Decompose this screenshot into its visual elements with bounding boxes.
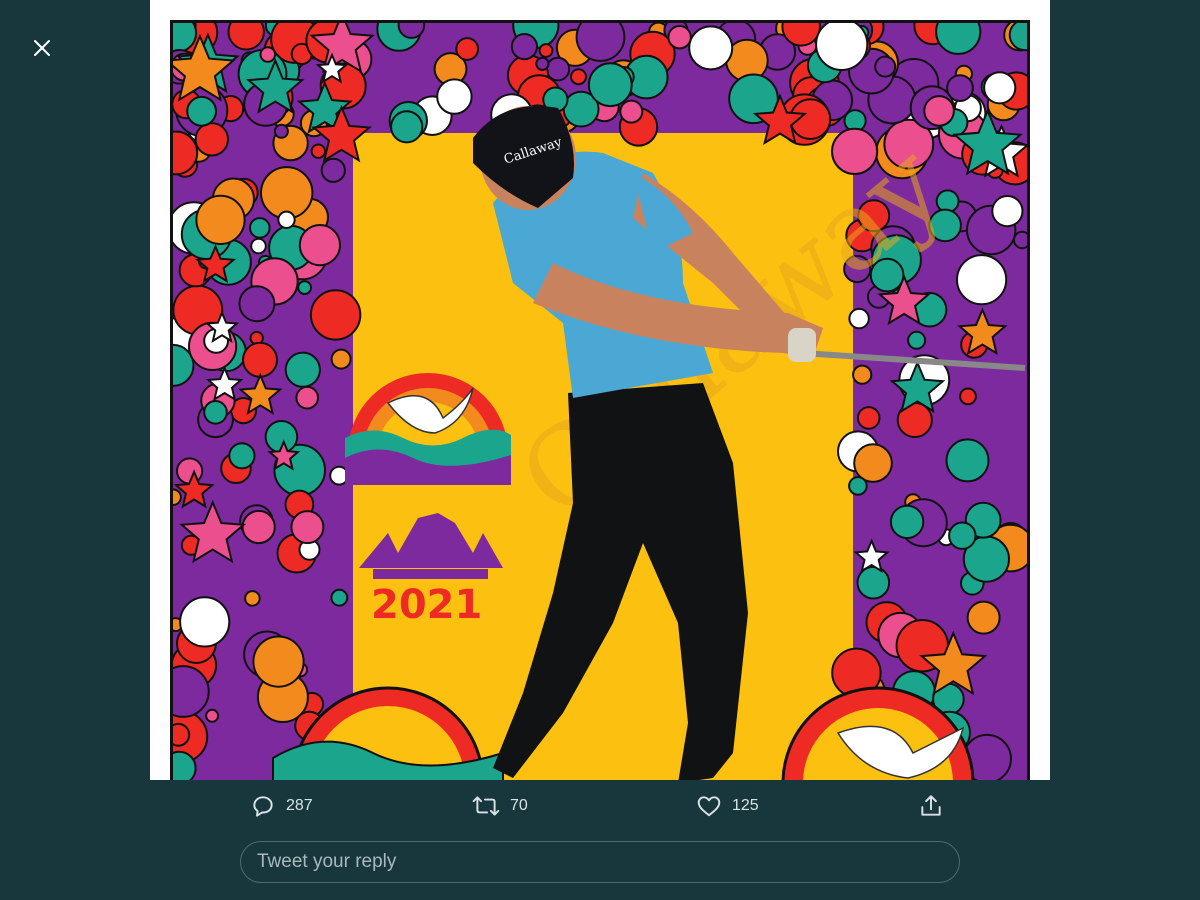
close-icon <box>34 40 50 56</box>
reply-count: 287 <box>286 797 313 814</box>
bubble-decoration <box>948 521 977 550</box>
bubble-decoration <box>946 74 974 102</box>
retweet-count: 70 <box>510 797 528 814</box>
retweet-icon <box>472 796 500 816</box>
bubble-decoration <box>815 23 869 71</box>
bubble-decoration <box>250 237 267 255</box>
bubble-decoration <box>959 387 977 406</box>
bubble-decoration <box>545 56 571 82</box>
bubble-decoration <box>330 588 349 607</box>
share-icon <box>921 795 941 816</box>
bubble-decoration <box>538 43 554 58</box>
bubble-decoration <box>874 55 897 78</box>
bubble-decoration <box>259 46 277 63</box>
bubble-decoration <box>284 351 321 388</box>
bubble-decoration <box>688 25 734 71</box>
bubble-decoration <box>390 110 424 144</box>
bubble-decoration <box>195 194 246 245</box>
rainbow-dove-emblem <box>345 373 511 485</box>
bubble-decoration <box>241 509 276 545</box>
bubble-decoration <box>907 330 927 350</box>
bubble-decoration <box>848 476 868 496</box>
bubble-decoration <box>277 210 296 230</box>
bubble-decoration <box>205 708 220 723</box>
bubble-decoration <box>853 443 893 483</box>
bubble-decoration <box>856 406 881 430</box>
bubble-decoration <box>1013 230 1027 250</box>
poster-artwork: Callaway 2021 <box>173 23 1027 780</box>
bubble-decoration <box>619 99 644 124</box>
tweet-actions: 287 70 125 <box>250 786 960 826</box>
reply-input[interactable] <box>255 850 945 874</box>
heart-icon <box>697 796 721 817</box>
bubble-decoration <box>290 510 325 545</box>
bubble-decoration <box>956 254 1008 306</box>
crown-emblem <box>359 513 503 579</box>
bubble-decoration <box>173 722 191 747</box>
bubble-decoration <box>966 600 1001 635</box>
bubble-decoration <box>852 364 873 385</box>
bubble-decoration <box>667 25 692 50</box>
bubble-decoration <box>535 56 550 71</box>
reply-icon <box>253 796 273 817</box>
year-text: 2021 <box>371 582 482 628</box>
bubble-decoration <box>203 400 228 425</box>
bubble-decoration <box>575 23 626 62</box>
bubble-decoration <box>244 590 261 607</box>
bubble-decoration <box>570 68 587 86</box>
bubble-decoration <box>587 62 633 108</box>
bubble-decoration <box>309 289 362 341</box>
bubble-decoration <box>295 385 319 410</box>
bubble-decoration <box>194 122 229 157</box>
bubble-decoration <box>227 23 265 51</box>
close-button[interactable] <box>24 30 60 66</box>
like-count: 125 <box>732 797 759 814</box>
like-button[interactable]: 125 <box>696 786 759 826</box>
reply-button[interactable]: 287 <box>250 786 313 826</box>
bubble-decoration <box>923 95 955 127</box>
bubble-decoration <box>249 217 271 239</box>
bubble-decoration <box>320 157 346 183</box>
bubble-decoration <box>330 348 352 370</box>
reply-composer[interactable] <box>240 841 960 883</box>
bubble-decoration <box>889 504 925 540</box>
bubble-decoration <box>436 78 473 115</box>
share-button[interactable] <box>918 786 944 826</box>
bubble-decoration <box>945 438 990 483</box>
bubble-decoration <box>510 33 538 61</box>
bubble-decoration <box>273 123 289 139</box>
bubble-decoration <box>186 95 217 127</box>
golf-poster-image: Callaway 2021 <box>170 20 1030 780</box>
bubble-decoration <box>297 280 313 296</box>
media-viewer: Callaway 2021 <box>0 0 1200 900</box>
bubble-decoration <box>983 71 1017 105</box>
bubble-decoration <box>173 488 182 506</box>
bubble-decoration <box>242 341 278 378</box>
bubble-decoration <box>179 596 231 648</box>
bubble-decoration <box>991 195 1024 228</box>
bubble-decoration <box>298 224 341 267</box>
retweet-button[interactable]: 70 <box>472 786 528 826</box>
bubble-decoration <box>252 635 305 688</box>
bubble-decoration <box>238 285 276 323</box>
bubble-decoration <box>310 143 327 159</box>
media-image-frame[interactable]: Callaway 2021 <box>150 0 1050 780</box>
bubble-decoration <box>228 442 256 470</box>
bubble-decoration <box>455 37 480 61</box>
